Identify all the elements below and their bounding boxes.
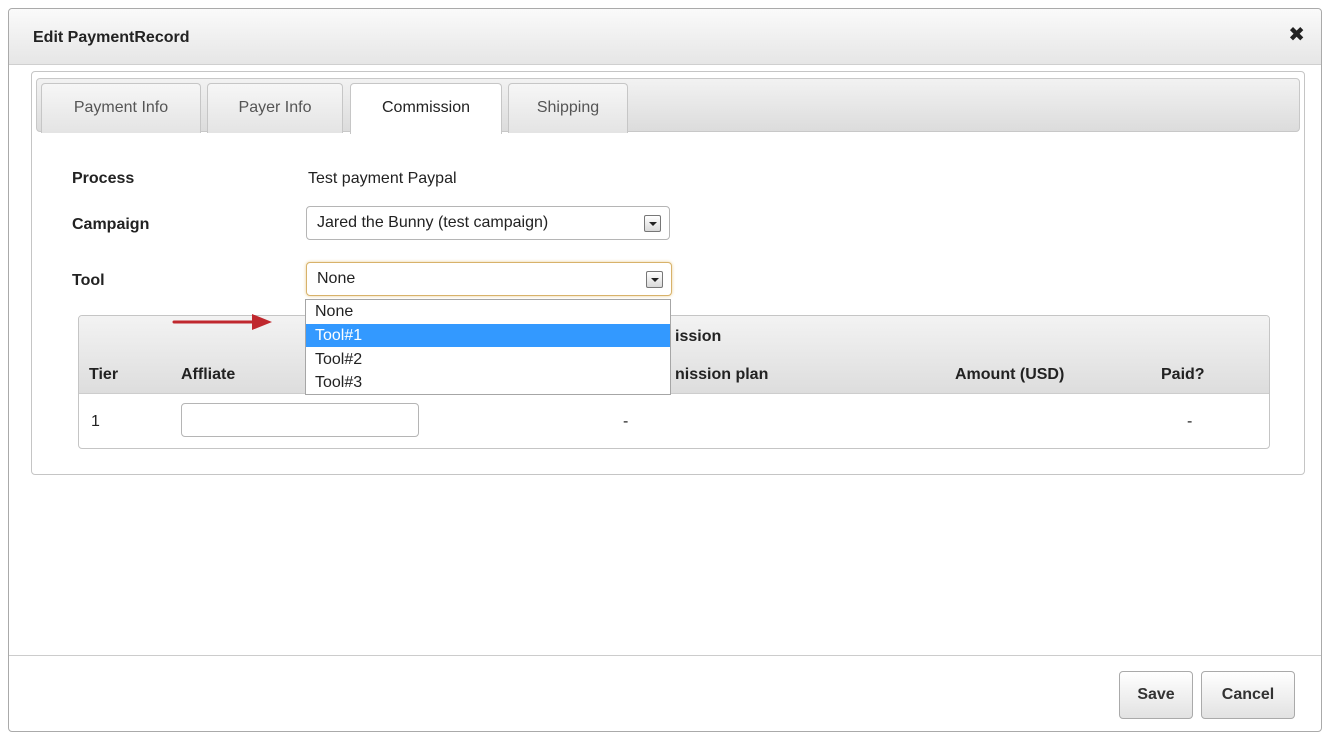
dropdown-arrow-icon[interactable] [646, 271, 663, 288]
commission-grid: ission Tier Affliate nission plan Amount… [78, 315, 1270, 449]
close-icon[interactable]: ✖ [1288, 25, 1305, 45]
tool-label: Tool [72, 272, 105, 289]
grid-group-header: ission [675, 328, 722, 345]
cell-paid: - [1187, 413, 1193, 430]
process-value: Test payment Paypal [308, 170, 457, 187]
tool-option-none[interactable]: None [306, 300, 670, 323]
cell-commission-plan: - [623, 413, 629, 430]
dialog-titlebar: Edit PaymentRecord ✖ [9, 9, 1321, 65]
tab-shipping[interactable]: Shipping [508, 83, 628, 133]
col-head-amount: Amount (USD) [955, 366, 1065, 383]
dropdown-arrow-icon[interactable] [644, 215, 661, 232]
col-head-affiliate: Affliate [181, 366, 236, 383]
col-head-paid: Paid? [1161, 366, 1205, 383]
tab-payment-info[interactable]: Payment Info [41, 83, 201, 133]
tab-commission[interactable]: Commission [350, 83, 502, 134]
tool-option-1[interactable]: Tool#1 [306, 324, 670, 347]
col-head-commission-plan: nission plan [675, 366, 769, 383]
cell-tier: 1 [91, 413, 100, 430]
dialog-title: Edit PaymentRecord [33, 29, 190, 46]
tool-dropdown-list: None Tool#1 Tool#2 Tool#3 [305, 299, 671, 395]
tabs-panel: Payment Info Payer Info Commission Shipp… [31, 71, 1305, 475]
save-button[interactable]: Save [1119, 671, 1193, 719]
campaign-select[interactable]: Jared the Bunny (test campaign) [306, 206, 670, 240]
cancel-button[interactable]: Cancel [1201, 671, 1295, 719]
affiliate-input[interactable] [181, 403, 419, 437]
tool-select-value: None [317, 270, 356, 287]
col-head-tier: Tier [89, 366, 119, 383]
tool-option-3[interactable]: Tool#3 [306, 371, 670, 394]
process-label: Process [72, 170, 135, 187]
tab-strip: Payment Info Payer Info Commission Shipp… [36, 78, 1300, 134]
campaign-label: Campaign [72, 216, 150, 233]
annotation-arrow-icon [172, 314, 272, 330]
tab-payer-info[interactable]: Payer Info [207, 83, 343, 133]
footer-separator [9, 655, 1321, 656]
edit-payment-record-dialog: Edit PaymentRecord ✖ Payment Info Payer … [8, 8, 1322, 732]
campaign-select-value: Jared the Bunny (test campaign) [317, 214, 549, 231]
tool-option-2[interactable]: Tool#2 [306, 348, 670, 371]
tool-select[interactable]: None [306, 262, 672, 296]
